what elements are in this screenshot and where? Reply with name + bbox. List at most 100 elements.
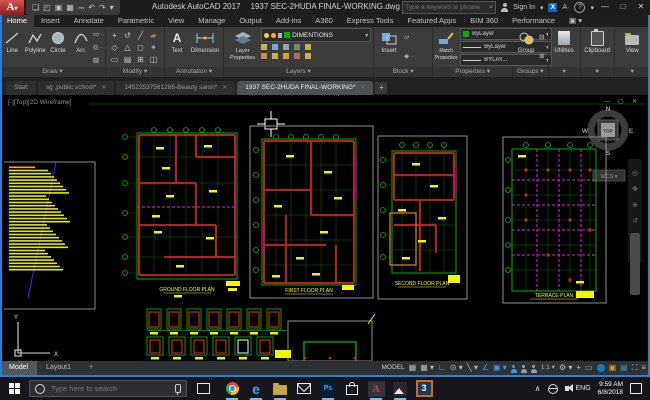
- osnap-icon[interactable]: ▣ ▾: [493, 361, 507, 375]
- viewport-window-buttons[interactable]: — ▢ ✕: [604, 99, 637, 105]
- wcs-dropdown[interactable]: WCS ▾: [593, 170, 625, 181]
- layer-properties-button[interactable]: Layer Properties: [226, 28, 259, 67]
- door-window-schedule[interactable]: [147, 309, 291, 360]
- tab-parametric[interactable]: Parametric: [111, 15, 161, 27]
- keyword-search-input[interactable]: [403, 4, 487, 11]
- taskbar-chrome[interactable]: [220, 377, 244, 400]
- move-icon[interactable]: +: [108, 30, 121, 42]
- application-menu-button[interactable]: A▾: [0, 0, 24, 15]
- tab-addins[interactable]: Add-ins: [269, 15, 308, 27]
- taskbar-search-box[interactable]: [29, 380, 187, 397]
- keyword-search-box[interactable]: ⌕: [402, 1, 496, 14]
- clipboard-panel-label[interactable]: ▾: [581, 67, 614, 77]
- tab-a360[interactable]: A360: [308, 15, 340, 27]
- undo-icon[interactable]: ↶: [88, 3, 95, 13]
- viewcube-south[interactable]: S: [606, 150, 611, 157]
- clock[interactable]: 9:59 AM 6/8/2018: [598, 381, 623, 397]
- layout1-tab[interactable]: Layout1: [37, 361, 80, 375]
- utilities-panel-label[interactable]: ▾: [549, 67, 580, 77]
- mirror-icon[interactable]: △: [121, 42, 134, 54]
- snap-icon[interactable]: ▦ ▾: [420, 361, 434, 375]
- viewport-minimize-icon[interactable]: —: [604, 99, 610, 105]
- microphone-icon[interactable]: [175, 384, 181, 393]
- viewcube-west[interactable]: W: [582, 128, 589, 135]
- utilities-button[interactable]: Utilities: [551, 28, 578, 67]
- group-edit-icon[interactable]: ⊞: [539, 53, 544, 61]
- circle-button[interactable]: Circle: [48, 28, 69, 67]
- layer-isolate-icon[interactable]: [272, 44, 278, 50]
- a360-icon[interactable]: A·: [562, 4, 569, 11]
- minimize-button[interactable]: —: [596, 0, 614, 14]
- action-center-icon[interactable]: [630, 383, 642, 394]
- taskbar-mail[interactable]: [292, 377, 316, 400]
- zoom-icon[interactable]: ⊕: [632, 202, 638, 209]
- grid-icon[interactable]: ▦: [409, 361, 417, 375]
- viewport-close-icon[interactable]: ✕: [632, 99, 637, 105]
- tab-home[interactable]: Home: [0, 15, 34, 27]
- tab-performance[interactable]: Performance: [505, 15, 562, 27]
- viewport-restore-icon[interactable]: ▢: [618, 99, 624, 105]
- layer-merge-icon[interactable]: [305, 53, 311, 59]
- ungroup-icon[interactable]: ⊟: [539, 34, 544, 42]
- close-tab-icon[interactable]: ✕: [101, 81, 106, 95]
- maximize-button[interactable]: □: [614, 0, 632, 14]
- polar-tracking-icon[interactable]: ⊙ ▾: [450, 361, 463, 375]
- layers-panel-label[interactable]: Layers ▾: [224, 67, 373, 77]
- plot-icon[interactable]: ⎓: [78, 3, 84, 13]
- fillet-icon[interactable]: ◻: [134, 42, 147, 54]
- help-dropdown-icon[interactable]: ▾: [590, 4, 594, 12]
- view-button[interactable]: View: [617, 28, 647, 67]
- isodraft-icon[interactable]: ╲ ▾: [467, 361, 478, 375]
- layer-dropdown-arrow-icon[interactable]: ▾: [365, 32, 368, 39]
- redo-icon[interactable]: ↷: [99, 3, 106, 13]
- filetab-beauty-salon[interactable]: 14522537561286-Beauty salon*✕: [116, 81, 235, 95]
- filetab-1937-sec2huda[interactable]: 1937 SEC-2HUDA FINAL-WORKING*✕: [237, 81, 373, 95]
- annotation-panel-label[interactable]: Annotation ▾: [165, 67, 223, 77]
- filetab-start[interactable]: Start: [6, 81, 36, 95]
- tab-output[interactable]: Output: [232, 15, 269, 27]
- signin-dropdown-icon[interactable]: ▾: [540, 4, 544, 12]
- general-notes-block[interactable]: [4, 162, 95, 309]
- taskbar-store[interactable]: [340, 377, 364, 400]
- dimension-button[interactable]: Dimension: [189, 28, 221, 67]
- record-icon[interactable]: ▣ ▾: [562, 15, 589, 27]
- group-button[interactable]: Group: [515, 28, 537, 67]
- scale-icon[interactable]: ▤: [121, 54, 134, 66]
- annotation-people-icon[interactable]: [531, 365, 537, 374]
- text-button[interactable]: A Text: [167, 28, 187, 67]
- layer-lock-tool-icon[interactable]: [294, 44, 300, 50]
- taskbar-3dsmax[interactable]: 3: [412, 377, 436, 400]
- taskbar-autocad[interactable]: A: [364, 377, 388, 400]
- rotate-icon[interactable]: ↺: [121, 30, 134, 42]
- block-panel-label[interactable]: Block ▾: [374, 67, 432, 77]
- orbit-icon[interactable]: ↺: [632, 218, 638, 225]
- save-icon[interactable]: ▣: [55, 3, 63, 13]
- language-indicator[interactable]: ENG: [576, 385, 591, 392]
- modify-panel-label[interactable]: Modify ▾: [106, 67, 164, 77]
- annotation-autoscale-icon[interactable]: [521, 365, 527, 374]
- tab-manage[interactable]: Manage: [191, 15, 232, 27]
- hardware-acceleration-icon[interactable]: [597, 364, 605, 372]
- model-tab[interactable]: Model: [0, 361, 37, 375]
- plan-4[interactable]: TERRACE PLAN: [503, 137, 606, 303]
- trim-icon[interactable]: ╱: [134, 30, 147, 42]
- layer-prev-icon[interactable]: [272, 53, 278, 59]
- sign-in-button[interactable]: Sign In: [513, 4, 535, 11]
- stretch-icon[interactable]: ▭: [108, 54, 121, 66]
- viewcube-north[interactable]: N: [606, 106, 611, 113]
- offset-icon[interactable]: ◫: [147, 54, 160, 66]
- navigation-bar[interactable]: ◎ ✥ ⊕ ↺: [628, 159, 642, 295]
- model-space-badge[interactable]: MODEL: [382, 361, 405, 375]
- ellipse-icon[interactable]: ◎ ·: [93, 44, 103, 52]
- annotation-visibility-icon[interactable]: [511, 365, 517, 374]
- close-tab-icon[interactable]: ✕: [222, 81, 227, 95]
- ortho-icon[interactable]: ∟: [438, 361, 446, 375]
- qat-dropdown-icon[interactable]: ▾: [110, 3, 114, 13]
- hatch-icon[interactable]: ▨ ·: [93, 57, 103, 65]
- network-icon[interactable]: [548, 384, 558, 394]
- edit-block-icon[interactable]: ◈ ·: [404, 53, 413, 61]
- filetab-public-school[interactable]: sg ,public school*✕: [38, 81, 115, 95]
- tab-bim360[interactable]: BIM 360: [463, 15, 505, 27]
- close-button[interactable]: ✕: [632, 0, 650, 14]
- tab-express-tools[interactable]: Express Tools: [340, 15, 401, 27]
